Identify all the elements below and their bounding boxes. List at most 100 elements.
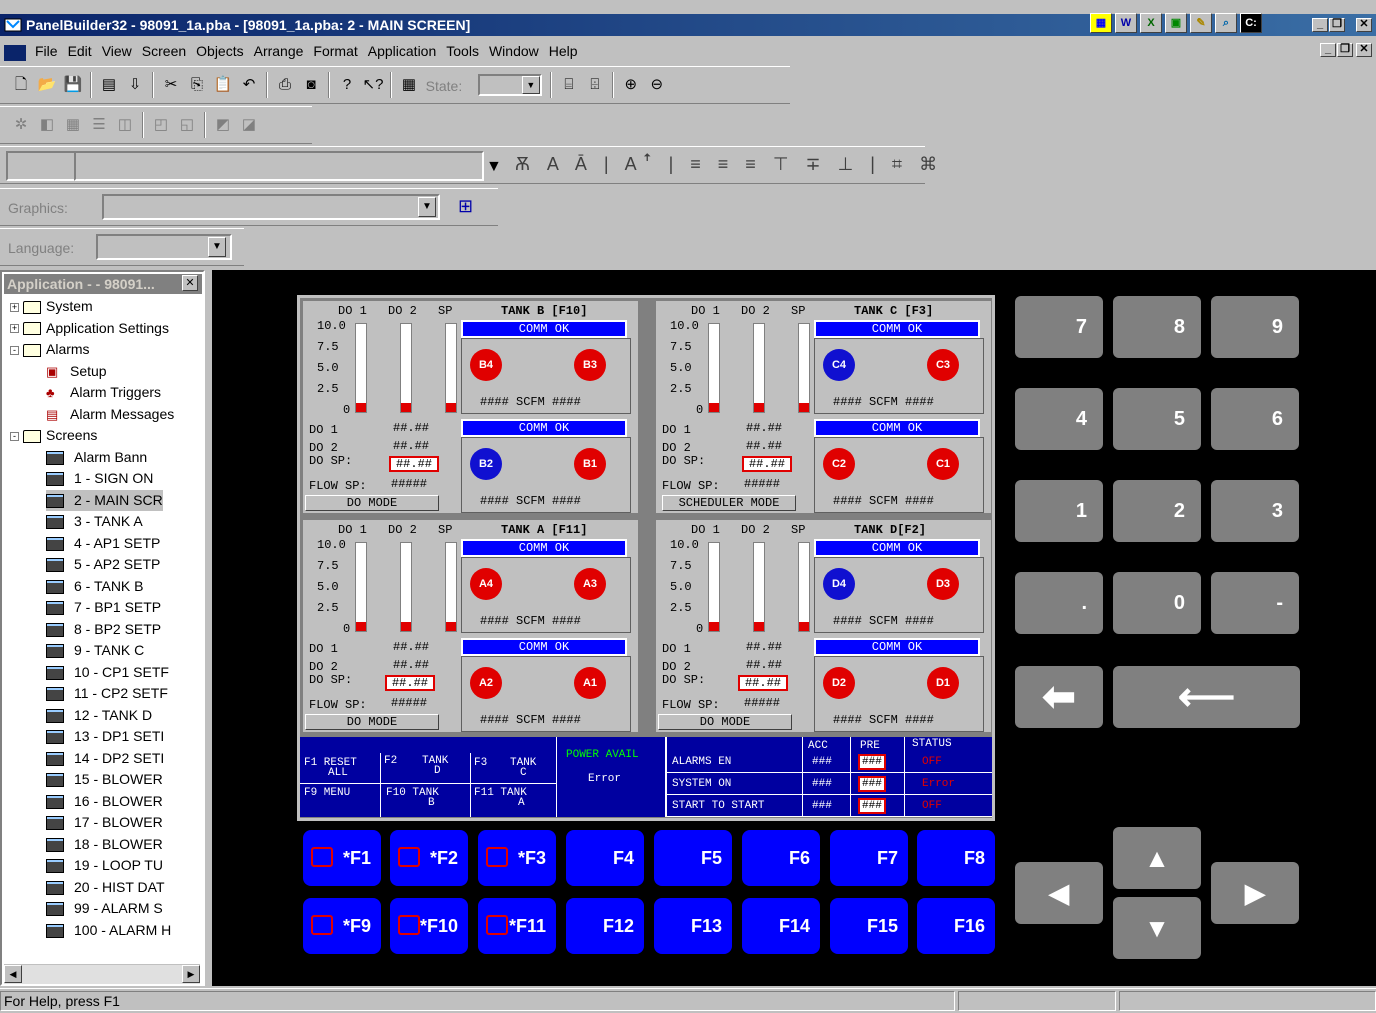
font-box[interactable]: [6, 151, 78, 181]
menu-file[interactable]: File: [30, 38, 63, 64]
pump-icon[interactable]: B4: [470, 349, 502, 381]
cut-icon[interactable]: ✂: [159, 73, 183, 97]
tree-item[interactable]: 9 - TANK C: [46, 640, 144, 661]
tree-item[interactable]: 12 - TANK D: [46, 705, 152, 726]
tree-item[interactable]: ♣ Alarm Triggers: [46, 382, 161, 403]
function-key[interactable]: *F3: [478, 830, 556, 886]
panel-close-icon[interactable]: ✕: [182, 275, 198, 291]
camera-icon[interactable]: ◙: [299, 73, 323, 97]
doc-icon[interactable]: [4, 44, 26, 61]
pump-icon[interactable]: A2: [470, 667, 502, 699]
excel-icon[interactable]: X: [1140, 13, 1162, 33]
menu-window[interactable]: Window: [484, 38, 544, 64]
dosp-input[interactable]: ##.##: [389, 456, 439, 472]
menu-help[interactable]: Help: [544, 38, 583, 64]
pump-icon[interactable]: C1: [927, 448, 959, 480]
rotate-icon[interactable]: ◫: [113, 113, 137, 137]
pre-input[interactable]: ###: [858, 754, 886, 770]
font-size-box[interactable]: [74, 151, 484, 181]
menu-screen[interactable]: Screen: [137, 38, 191, 64]
tree-item[interactable]: ▣ Setup: [46, 361, 107, 382]
tree-item[interactable]: - Screens: [10, 425, 97, 446]
function-key[interactable]: F8: [917, 830, 995, 886]
dosp-input[interactable]: ##.##: [385, 675, 435, 691]
paste-icon[interactable]: 📋: [211, 73, 235, 97]
tree-item[interactable]: + Application Settings: [10, 318, 169, 339]
terminal-icon[interactable]: C:: [1240, 13, 1262, 33]
keypad-key[interactable]: 8: [1113, 296, 1201, 358]
tree-item[interactable]: 4 - AP1 SETP: [46, 533, 160, 554]
scroll-right-icon[interactable]: ▶: [182, 965, 200, 983]
pump-icon[interactable]: D3: [927, 568, 959, 600]
tree-item[interactable]: - Alarms: [10, 339, 90, 360]
front-icon[interactable]: ◩: [211, 113, 235, 137]
menu-tools[interactable]: Tools: [441, 38, 484, 64]
chart-icon[interactable]: ⊞: [458, 196, 473, 217]
keypad-key[interactable]: -: [1211, 572, 1299, 634]
grid-snap-icon[interactable]: ▦: [61, 113, 85, 137]
align-icon[interactable]: ✲: [9, 113, 33, 137]
menu-objects[interactable]: Objects: [191, 38, 248, 64]
tree-item[interactable]: 99 - ALARM S: [46, 898, 163, 919]
menu-arrange[interactable]: Arrange: [249, 38, 309, 64]
keypad-key[interactable]: 6: [1211, 388, 1299, 450]
restore-icon[interactable]: ❐: [1329, 18, 1345, 32]
text-icon[interactable]: ⌸: [557, 73, 581, 97]
close-icon[interactable]: ✕: [1356, 18, 1372, 32]
tree-item[interactable]: ▤ Alarm Messages: [46, 404, 174, 425]
function-key[interactable]: *F1: [303, 830, 381, 886]
tree-item[interactable]: 15 - BLOWER: [46, 769, 163, 790]
function-key[interactable]: F13: [654, 898, 732, 954]
grid-icon[interactable]: ▦: [397, 73, 421, 97]
word-icon[interactable]: W: [1115, 13, 1137, 33]
pump-icon[interactable]: A3: [574, 568, 606, 600]
text-format-icons[interactable]: Ѫ A Ā | Aꜛ | ≡ ≡ ≡ ⊤ ∓ ⊥ | ⌗ ⌘: [515, 154, 943, 175]
tile2-icon[interactable]: ◱: [175, 113, 199, 137]
tree-item[interactable]: 13 - DP1 SETI: [46, 726, 164, 747]
pre-input[interactable]: ###: [858, 776, 886, 792]
pump-icon[interactable]: A1: [574, 667, 606, 699]
menu-view[interactable]: View: [97, 38, 137, 64]
language-chevron-icon[interactable]: ▼: [208, 237, 226, 257]
tree-item[interactable]: 18 - BLOWER: [46, 834, 163, 855]
expand-icon[interactable]: +: [10, 324, 19, 334]
tree-item[interactable]: 1 - SIGN ON: [46, 468, 153, 489]
doc-minimize-icon[interactable]: _: [1320, 43, 1336, 57]
text2-icon[interactable]: ⌹: [583, 73, 607, 97]
graphics-chevron-icon[interactable]: ▼: [418, 197, 436, 217]
pump-icon[interactable]: C2: [823, 448, 855, 480]
enter-key[interactable]: ⟵: [1113, 666, 1300, 728]
tree-item[interactable]: 14 - DP2 SETI: [46, 748, 164, 769]
print-icon[interactable]: ⎙: [273, 73, 297, 97]
tree-item[interactable]: 17 - BLOWER: [46, 812, 163, 833]
download-icon[interactable]: ⇩: [123, 73, 147, 97]
chevron-down-icon[interactable]: ▼: [521, 76, 540, 94]
keypad-key[interactable]: 5: [1113, 388, 1201, 450]
menu-application[interactable]: Application: [363, 38, 442, 64]
function-key[interactable]: F14: [742, 898, 820, 954]
keypad-key[interactable]: 1: [1015, 480, 1103, 542]
menu-format[interactable]: Format: [308, 38, 362, 64]
menu-edit[interactable]: Edit: [63, 38, 97, 64]
keypad-key[interactable]: 3: [1211, 480, 1299, 542]
zoom-in-icon[interactable]: ⊕: [619, 73, 643, 97]
expand-icon[interactable]: +: [10, 302, 19, 312]
key-icon[interactable]: ✎: [1190, 13, 1212, 33]
dosp-input[interactable]: ##.##: [742, 456, 792, 472]
tree-item[interactable]: Alarm Bann: [46, 447, 147, 468]
function-key[interactable]: F15: [830, 898, 908, 954]
keypad-key[interactable]: 2: [1113, 480, 1201, 542]
tree-item[interactable]: 11 - CP2 SETF: [46, 683, 168, 704]
tree-item[interactable]: 7 - BP1 SETP: [46, 597, 161, 618]
mode-button[interactable]: DO MODE: [658, 714, 792, 730]
tree-item[interactable]: 19 - LOOP TU: [46, 855, 163, 876]
arrow-right-key[interactable]: ▶: [1211, 862, 1299, 924]
tree-item[interactable]: 3 - TANK A: [46, 511, 143, 532]
keypad-key[interactable]: 7: [1015, 296, 1103, 358]
pre-input[interactable]: ###: [858, 798, 886, 814]
context-help-icon[interactable]: ↖?: [361, 73, 385, 97]
tree-item[interactable]: 100 - ALARM H: [46, 920, 171, 941]
pump-icon[interactable]: C3: [927, 349, 959, 381]
minimize-icon[interactable]: _: [1312, 18, 1328, 32]
collapse-icon[interactable]: -: [10, 431, 19, 441]
